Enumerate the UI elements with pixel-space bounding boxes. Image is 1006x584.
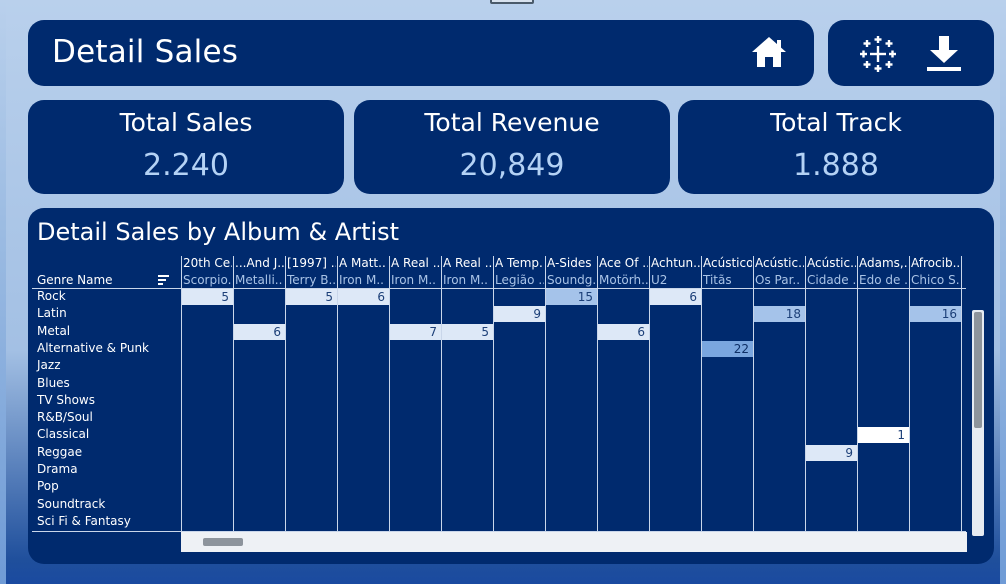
album-header[interactable]: Acústic..: [806, 256, 856, 270]
title-panel: Detail Sales: [28, 20, 814, 86]
artist-header[interactable]: Terry B..: [286, 273, 336, 287]
album-header[interactable]: Afrocib..: [910, 256, 960, 270]
crosstab[interactable]: Genre Name 20th Ce.. Scorpio.....And J.. M…: [28, 208, 994, 564]
vertical-scroll-thumb[interactable]: [974, 312, 982, 428]
dashboard-frame: Detail Sales Total Sales 2.240 Total Rev…: [6, 0, 1000, 584]
artist-header[interactable]: Cidade ..: [806, 273, 856, 287]
album-header[interactable]: 20th Ce..: [182, 256, 232, 270]
kpi-total-track: Total Track 1.888: [678, 100, 994, 194]
column-divider: [805, 256, 806, 532]
sales-cell[interactable]: 6: [598, 323, 649, 340]
column-divider: [961, 256, 962, 532]
genre-row-label[interactable]: Pop: [37, 479, 59, 493]
sales-cell[interactable]: 22: [702, 340, 753, 357]
sales-cell[interactable]: 18: [754, 306, 805, 323]
horizontal-scrollbar[interactable]: [181, 532, 967, 552]
horizontal-scroll-thumb[interactable]: [203, 538, 243, 546]
album-header[interactable]: [1997] ..: [286, 256, 336, 270]
sales-cell[interactable]: 15: [546, 289, 597, 305]
artist-header[interactable]: Scorpio..: [182, 273, 232, 287]
artist-header[interactable]: Iron M..: [442, 273, 492, 287]
sales-cell[interactable]: 5: [182, 289, 233, 305]
row-header-label: Genre Name: [37, 273, 113, 287]
genre-row-label[interactable]: Drama: [37, 462, 78, 476]
vertical-scrollbar[interactable]: [972, 310, 984, 536]
kpi-total-sales: Total Sales 2.240: [28, 100, 344, 194]
kpi-value: 20,849: [459, 148, 565, 183]
artist-header[interactable]: Edo de ..: [858, 273, 908, 287]
genre-row-label[interactable]: Blues: [37, 376, 70, 390]
sales-cell[interactable]: 6: [650, 289, 701, 305]
genre-row-label[interactable]: Soundtrack: [37, 497, 105, 511]
album-header[interactable]: ...And J..: [234, 256, 284, 270]
album-header[interactable]: Acústic..: [754, 256, 804, 270]
artist-header[interactable]: Iron M..: [390, 273, 440, 287]
kpi-label: Total Track: [770, 108, 902, 137]
album-header[interactable]: A Temp..: [494, 256, 544, 270]
kpi-label: Total Revenue: [424, 108, 600, 137]
sales-cell[interactable]: 9: [806, 444, 857, 461]
column-divider: [389, 256, 390, 532]
sales-cell[interactable]: 6: [338, 289, 389, 305]
kpi-label: Total Sales: [119, 108, 253, 137]
album-header[interactable]: Acústico: [702, 256, 752, 270]
album-header[interactable]: Ace Of ..: [598, 256, 648, 270]
album-header[interactable]: Adams,..: [858, 256, 908, 270]
album-header[interactable]: A Matt..: [338, 256, 388, 270]
column-divider: [753, 256, 754, 532]
sales-cell[interactable]: 5: [286, 289, 337, 305]
artist-header[interactable]: Motörh..: [598, 273, 648, 287]
column-divider: [909, 256, 910, 532]
album-header[interactable]: Achtun..: [650, 256, 700, 270]
artist-header[interactable]: U2: [650, 273, 700, 287]
artist-header[interactable]: Legião ..: [494, 273, 544, 287]
artist-header[interactable]: Os Par..: [754, 273, 804, 287]
column-divider: [233, 256, 234, 532]
genre-row-label[interactable]: Rock: [37, 289, 66, 303]
sort-icon[interactable]: [158, 275, 169, 285]
column-divider: [857, 256, 858, 532]
window-handle: [490, 0, 534, 4]
album-header[interactable]: A-Sides: [546, 256, 596, 270]
sales-cell[interactable]: 5: [442, 323, 493, 340]
column-divider: [493, 256, 494, 532]
sales-cell[interactable]: 7: [390, 323, 441, 340]
kpi-total-revenue: Total Revenue 20,849: [354, 100, 670, 194]
detail-panel: Detail Sales by Album & Artist Genre Nam…: [28, 208, 994, 564]
sales-cell[interactable]: 1: [858, 427, 909, 444]
genre-row-label[interactable]: Jazz: [37, 358, 61, 372]
column-divider: [441, 256, 442, 532]
genre-row-label[interactable]: Classical: [37, 427, 89, 441]
genre-row-label[interactable]: Metal: [37, 324, 70, 338]
artist-header[interactable]: Iron M..: [338, 273, 388, 287]
sales-cell[interactable]: 6: [234, 323, 285, 340]
home-icon[interactable]: [750, 34, 788, 70]
sales-cell[interactable]: 16: [910, 306, 961, 323]
artist-header[interactable]: Metalli..: [234, 273, 284, 287]
column-divider: [597, 256, 598, 532]
genre-row-label[interactable]: Alternative & Punk: [37, 341, 149, 355]
album-header[interactable]: A Real ..: [390, 256, 440, 270]
genre-row-label[interactable]: Sci Fi & Fantasy: [37, 514, 131, 528]
genre-row-label[interactable]: Latin: [37, 306, 67, 320]
kpi-value: 1.888: [793, 148, 879, 183]
sales-cell[interactable]: 9: [494, 306, 545, 323]
artist-header[interactable]: Titãs: [702, 273, 752, 287]
genre-row-label[interactable]: R&B/Soul: [37, 410, 93, 424]
toolbar-panel: [828, 20, 994, 86]
genre-row-label[interactable]: TV Shows: [37, 393, 95, 407]
download-icon[interactable]: [926, 34, 962, 72]
artist-header[interactable]: Soundg..: [546, 273, 596, 287]
kpi-value: 2.240: [143, 148, 229, 183]
artist-header[interactable]: Chico S..: [910, 273, 960, 287]
column-divider: [701, 256, 702, 532]
tableau-icon[interactable]: [858, 34, 898, 74]
header-divider: [32, 288, 966, 289]
album-header[interactable]: A Real ..: [442, 256, 492, 270]
genre-row-label[interactable]: Reggae: [37, 445, 82, 459]
page-title: Detail Sales: [52, 34, 239, 70]
